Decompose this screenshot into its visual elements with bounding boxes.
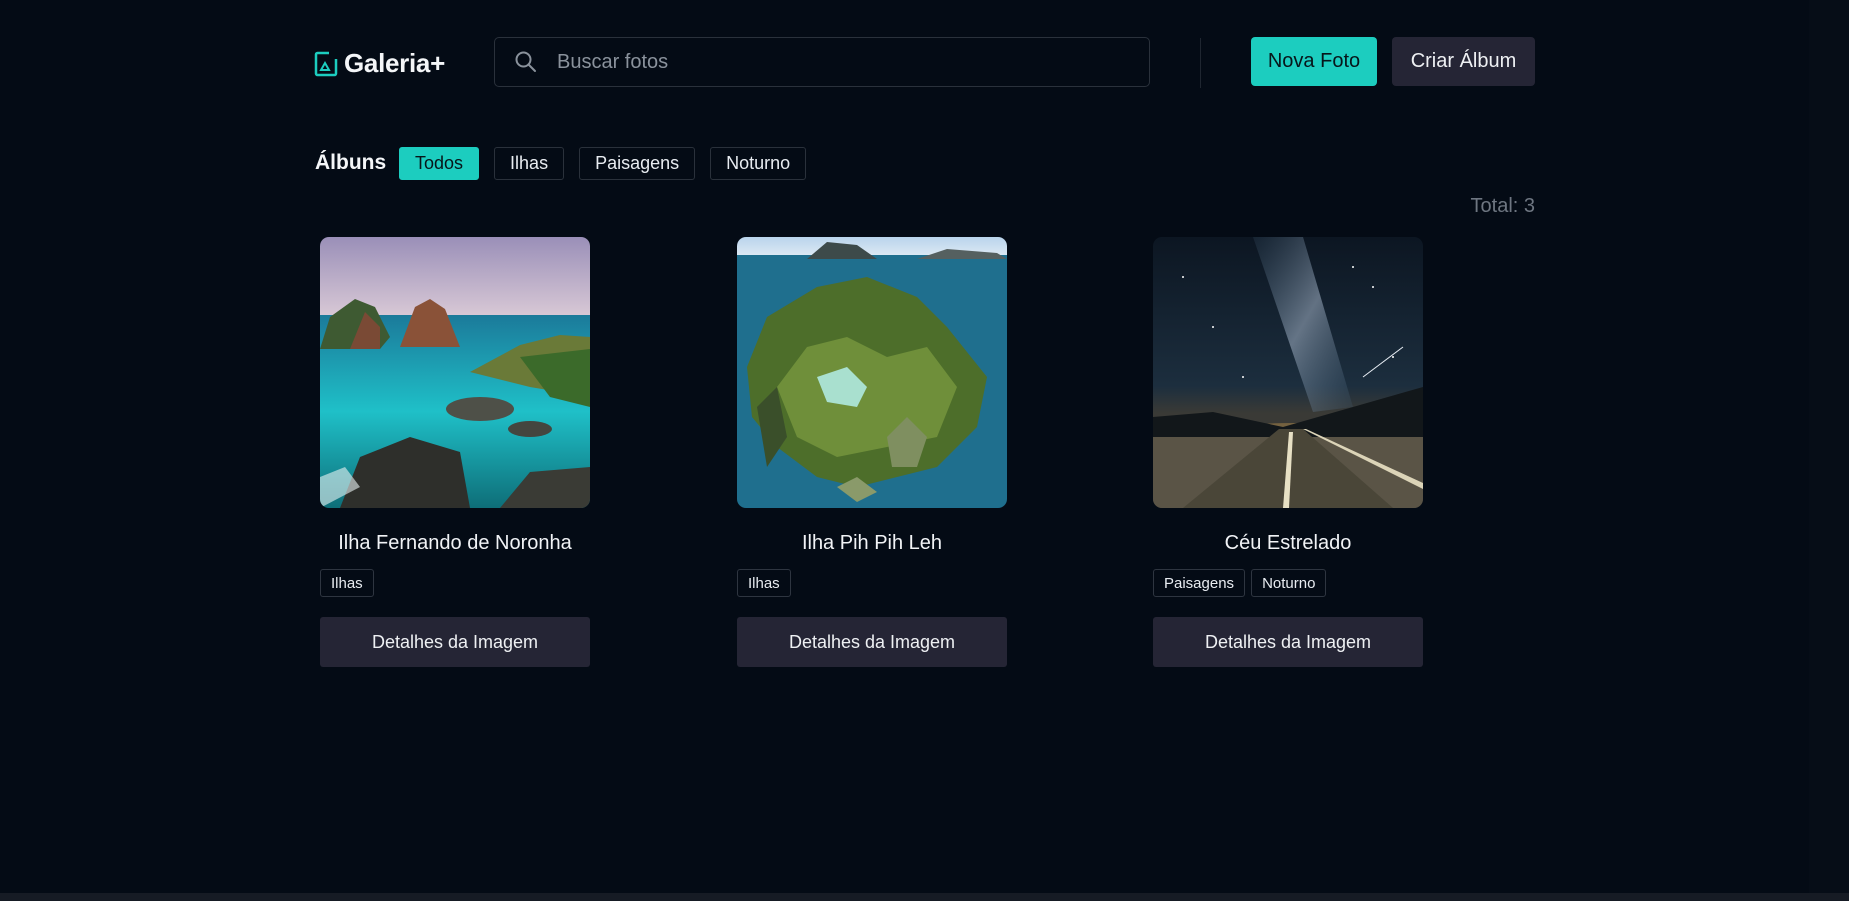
photo-thumbnail[interactable] [1153,237,1423,508]
filter-chip-paisagens[interactable]: Paisagens [579,147,696,180]
image-details-button[interactable]: Detalhes da Imagem [1153,617,1423,667]
filter-chip-noturno[interactable]: Noturno [710,147,807,180]
search-icon [515,51,536,72]
app-logo[interactable]: Galeria+ [314,48,445,79]
bottom-scrollbar[interactable] [0,893,1849,901]
header-divider [1200,38,1201,88]
photo-tags: Paisagens Noturno [1153,569,1423,597]
tag-badge: Ilhas [737,569,791,597]
photo-title: Ilha Pih Pih Leh [801,532,943,554]
new-photo-button[interactable]: Nova Foto [1251,37,1377,86]
gallery-logo-icon [314,50,338,76]
photo-tags: Ilhas [320,569,590,597]
album-filter-group: Todos Ilhas Paisagens Noturno [399,147,807,180]
photo-title: Ilha Fernando de Noronha [338,532,572,554]
image-details-button[interactable]: Detalhes da Imagem [737,617,1007,667]
tag-badge: Paisagens [1153,569,1246,597]
app-title: Galeria+ [344,48,445,78]
search-bar[interactable] [494,37,1150,87]
filter-chip-ilhas[interactable]: Ilhas [494,147,565,180]
photo-title: Céu Estrelado [1224,532,1352,554]
photo-card: Ilha Pih Pih Leh Ilhas Detalhes da Image… [737,237,1007,667]
photo-card: Ilha Fernando de Noronha Ilhas Detalhes … [320,237,590,667]
total-count: Total: 3 [1470,195,1535,217]
albums-heading: Álbuns [315,151,387,174]
search-input[interactable] [555,49,1149,75]
filter-chip-todos[interactable]: Todos [399,147,480,180]
image-details-button[interactable]: Detalhes da Imagem [320,617,590,667]
photo-card: Céu Estrelado Paisagens Noturno Detalhes… [1153,237,1423,667]
tag-badge: Noturno [1251,569,1327,597]
photo-thumbnail[interactable] [320,237,590,508]
scrollbar-track[interactable] [1809,0,1849,893]
photo-thumbnail[interactable] [737,237,1007,508]
tag-badge: Ilhas [320,569,374,597]
create-album-button[interactable]: Criar Álbum [1392,37,1535,86]
photo-tags: Ilhas [737,569,1007,597]
